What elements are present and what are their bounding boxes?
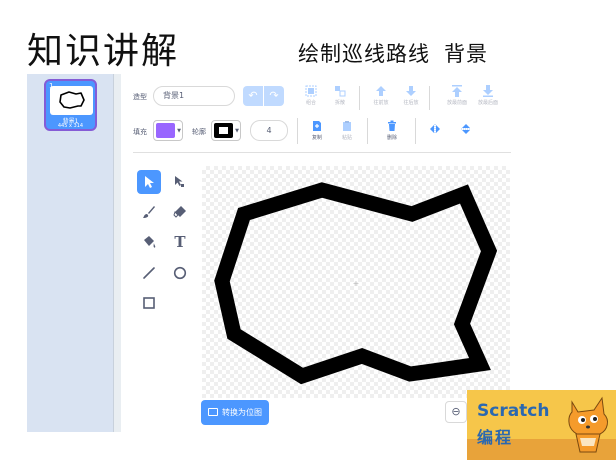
subtitle-right: 背景: [444, 42, 488, 66]
arrow-bottom-icon: [483, 85, 493, 97]
circle-tool[interactable]: [168, 261, 192, 285]
flip-horizontal-button[interactable]: [420, 123, 450, 135]
flip-vertical-button[interactable]: [451, 123, 481, 135]
chevron-down-icon: ▼: [177, 128, 181, 134]
brush-tool[interactable]: [137, 200, 161, 224]
logo-word-biancheng: 编程: [477, 428, 514, 447]
fill-tool[interactable]: [137, 230, 161, 254]
fill-color-picker[interactable]: ▼: [153, 120, 183, 141]
copy-button[interactable]: 复制: [302, 120, 332, 141]
select-tool[interactable]: [137, 170, 161, 194]
copy-icon: [313, 121, 321, 131]
outline-color-swatch: [214, 123, 233, 138]
convert-label: 转换为位图: [222, 408, 262, 417]
image-icon: [208, 408, 218, 416]
costume-label: 造型: [133, 93, 147, 101]
send-to-back-label: 放最后面: [477, 100, 498, 106]
canvas-center-mark: +: [353, 279, 360, 288]
bring-to-front-button[interactable]: 放最前面: [442, 85, 472, 106]
sidebar-scrollbar[interactable]: [113, 74, 121, 432]
scratch-logo: Scratch 编程: [467, 390, 616, 460]
logo-word-scratch: Scratch: [477, 401, 550, 421]
undo-icon: ↶: [248, 89, 258, 102]
forward-button[interactable]: 往前放: [366, 85, 396, 106]
paste-label: 粘贴: [341, 135, 352, 141]
undo-button[interactable]: ↶: [243, 86, 263, 106]
copy-label: 复制: [311, 135, 322, 141]
reshape-icon: [175, 176, 184, 187]
toolbar-divider: [415, 118, 416, 144]
rectangle-tool[interactable]: [137, 291, 161, 315]
bring-to-front-label: 放最前面: [446, 100, 467, 106]
send-to-back-button[interactable]: 放最后面: [473, 85, 503, 106]
delete-label: 删除: [386, 135, 397, 141]
chevron-down-icon: ▼: [235, 128, 239, 134]
arrow-up-icon: [376, 86, 386, 96]
line-icon: [143, 267, 155, 279]
toolbar-bottom-divider: [133, 152, 511, 153]
costume-size: 445 x 314: [57, 123, 84, 129]
delete-button[interactable]: 删除: [377, 120, 407, 141]
outline-label: 轮廓: [192, 128, 206, 136]
slide-title: 知识讲解: [27, 31, 180, 72]
arrow-top-icon: [452, 85, 462, 97]
canvas-svg: +: [214, 182, 498, 385]
arrow-down-icon: [406, 86, 416, 96]
group-icon: [305, 85, 317, 97]
thumbnail-shape-icon: [59, 91, 85, 109]
eraser-icon: [173, 206, 186, 218]
ungroup-button[interactable]: 拆散: [325, 85, 355, 106]
flip-horizontal-icon: [430, 124, 440, 134]
costume-name-input[interactable]: 背景1: [153, 86, 235, 106]
backward-button[interactable]: 往后放: [396, 85, 426, 106]
subtitle-left: 绘制巡线路线: [298, 42, 430, 66]
select-arrow-icon: [145, 176, 154, 188]
fill-bucket-icon: [144, 236, 156, 248]
redo-button[interactable]: ↷: [264, 86, 284, 106]
line-tool[interactable]: [137, 261, 161, 285]
rectangle-icon: [143, 297, 155, 309]
toolbar-divider: [429, 86, 430, 110]
fill-label: 填充: [133, 128, 147, 136]
text-icon: T: [174, 233, 186, 251]
slide-subtitle: 绘制巡线路线 背景: [298, 38, 488, 68]
eraser-tool[interactable]: [168, 200, 192, 224]
paste-icon: [343, 121, 351, 131]
forward-label: 往前放: [373, 100, 389, 106]
outline-color-picker[interactable]: ▼: [211, 120, 241, 141]
brush-icon: [143, 206, 155, 218]
costume-list: 1 背景1 445 x 314: [27, 74, 113, 432]
text-tool[interactable]: T: [168, 230, 192, 254]
costume-item-selected[interactable]: 1 背景1 445 x 314: [44, 79, 97, 131]
convert-to-bitmap-button[interactable]: 转换为位图: [201, 400, 269, 425]
flip-vertical-icon: [461, 124, 471, 134]
toolbar-divider: [367, 118, 368, 144]
drawing-canvas[interactable]: +: [202, 166, 510, 398]
ungroup-label: 拆散: [334, 100, 345, 106]
circle-icon: [173, 266, 187, 280]
outline-width-input[interactable]: 4: [250, 120, 288, 141]
reshape-tool[interactable]: [168, 170, 192, 194]
scratch-cat-icon: [568, 396, 608, 453]
redo-icon: ↷: [269, 89, 279, 102]
toolbar-divider: [359, 86, 360, 110]
ungroup-icon: [335, 86, 346, 97]
fill-color-swatch: [156, 123, 175, 138]
zoom-out-icon: ⊖: [451, 405, 461, 418]
paste-button[interactable]: 粘贴: [332, 120, 362, 141]
costume-thumbnail: [50, 86, 93, 115]
backward-label: 往后放: [403, 100, 419, 106]
zoom-out-button[interactable]: ⊖: [445, 401, 467, 423]
trash-icon: [388, 120, 396, 131]
paint-editor: 1 背景1 445 x 314 造型 背景1 ↶ ↷ 组合 拆散 往前放 往后放…: [27, 74, 513, 432]
group-label: 组合: [305, 100, 316, 106]
group-button[interactable]: 组合: [296, 85, 326, 106]
toolbar-divider: [297, 118, 298, 144]
